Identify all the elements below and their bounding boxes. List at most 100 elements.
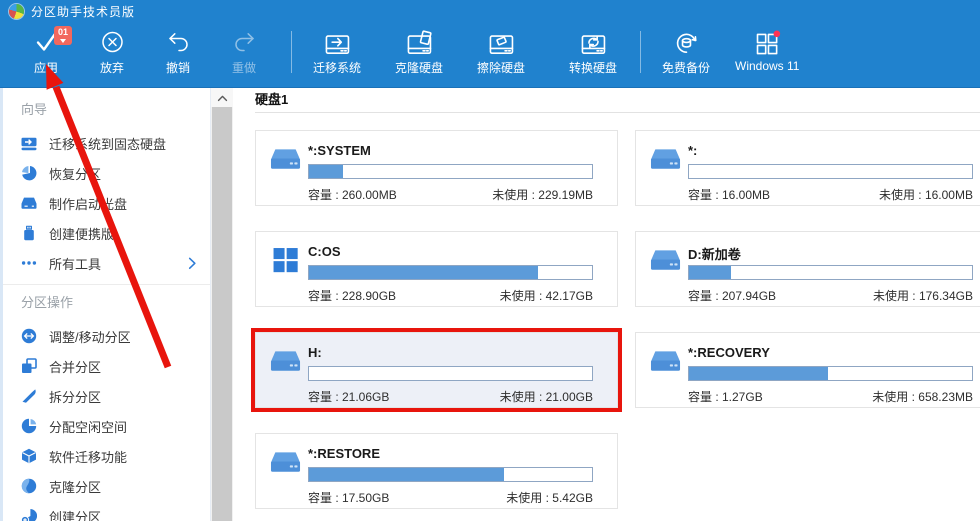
capacity-text: 容量 : 228.90GB: [308, 289, 397, 303]
chevron-up-icon: [217, 95, 227, 101]
disk-migrate-icon: [323, 28, 352, 56]
toolbar-divider: [640, 31, 641, 73]
partition-stats: 容量 : 21.06GB 未使用 : 21.00GB: [308, 388, 593, 405]
sidebar-item-allocate[interactable]: 分配空闲空间: [3, 411, 210, 441]
toolbar-button-wipe-disk[interactable]: 擦除硬盘: [469, 28, 533, 76]
toolbar-button-discard[interactable]: 放弃: [80, 28, 144, 76]
migrate-ssd-icon: [21, 135, 37, 151]
capacity-text: 容量 : 260.00MB: [308, 188, 397, 202]
sidebar-item-label: 拆分分区: [49, 389, 102, 405]
usage-bar: [308, 265, 593, 280]
toolbar-button-clone-disk[interactable]: 克隆硬盘: [387, 28, 451, 76]
usage-bar-fill: [309, 165, 343, 178]
sidebar-item-label: 创建便携版: [49, 226, 115, 242]
partition-card-p1[interactable]: *: 容量 : 16.00MB 未使用 : 16.00MB: [635, 130, 980, 206]
toolbar: 应用 01 放弃 撤销 重做 迁移系统 克隆硬盘 擦除硬盘 转换硬盘 免费备份 Windows 11: [0, 22, 980, 88]
partition-name: *:: [688, 143, 698, 158]
toolbar-button-windows-11[interactable]: Windows 11: [735, 28, 799, 73]
clone-partition-icon: [21, 478, 37, 494]
partition-stats: 容量 : 17.50GB 未使用 : 5.42GB: [308, 489, 593, 506]
toolbar-button-migrate-os[interactable]: 迁移系统: [305, 28, 369, 76]
disk-icon: [650, 247, 681, 273]
sidebar-scrollbar[interactable]: [211, 88, 233, 521]
all-tools-icon: [21, 255, 37, 271]
sidebar-item-migrate-ssd[interactable]: 迁移系统到固态硬盘: [3, 128, 210, 158]
sidebar-item-merge[interactable]: 合并分区: [3, 351, 210, 381]
toolbar-button-label: 应用: [33, 61, 58, 75]
partition-card-restore[interactable]: *:RESTORE 容量 : 17.50GB 未使用 : 5.42GB: [255, 433, 618, 509]
usage-bar: [308, 164, 593, 179]
app-mover-icon: [21, 448, 37, 464]
disk-icon: [270, 348, 301, 374]
toolbar-button-label: 重做: [231, 61, 256, 75]
main-panel: 硬盘1 *:SYSTEM 容量 : 260.00MB 未使用 : 229.19MB *…: [233, 88, 980, 521]
unused-text: 未使用 : 658.23MB: [872, 390, 973, 404]
split-icon: [21, 388, 37, 404]
toolbar-button-label: Windows 11: [735, 59, 800, 73]
partition-name: H:: [308, 345, 322, 360]
disk-icon: [270, 449, 301, 475]
toolbar-button-redo: 重做: [212, 28, 276, 76]
toolbar-button-label: 免费备份: [661, 61, 710, 75]
unused-text: 未使用 : 21.00GB: [499, 390, 593, 404]
capacity-text: 容量 : 21.06GB: [308, 390, 390, 404]
usage-bar: [308, 366, 593, 381]
disk-convert-icon: [579, 28, 608, 56]
partition-card-h[interactable]: H: 容量 : 21.06GB 未使用 : 21.00GB: [251, 328, 622, 412]
partition-card-system[interactable]: *:SYSTEM 容量 : 260.00MB 未使用 : 229.19MB: [255, 130, 618, 206]
sidebar-item-portable[interactable]: 创建便携版: [3, 218, 210, 248]
toolbar-button-undo[interactable]: 撤销: [146, 28, 210, 76]
disk-icon: [650, 146, 681, 172]
unused-text: 未使用 : 229.19MB: [492, 188, 593, 202]
usage-bar: [688, 164, 973, 179]
unused-text: 未使用 : 5.42GB: [506, 491, 593, 505]
sidebar-item-recover-partition[interactable]: 恢复分区: [3, 158, 210, 188]
partition-card-cos[interactable]: C:OS 容量 : 228.90GB 未使用 : 42.17GB: [255, 231, 618, 307]
usage-bar: [688, 265, 973, 280]
sidebar-item-label: 分配空闲空间: [49, 419, 128, 435]
disk-icon: [650, 348, 681, 374]
partition-card-recovery[interactable]: *:RECOVERY 容量 : 1.27GB 未使用 : 658.23MB: [635, 332, 980, 408]
partition-card-d新加卷[interactable]: D:新加卷 容量 : 207.94GB 未使用 : 176.34GB: [635, 231, 980, 307]
undo-icon: [164, 28, 193, 56]
disk-erase-icon: [487, 28, 516, 56]
scrollbar-up-button[interactable]: [211, 88, 233, 107]
capacity-text: 容量 : 207.94GB: [688, 289, 777, 303]
sidebar-item-label: 克隆分区: [49, 479, 102, 495]
sidebar-item-split[interactable]: 拆分分区: [3, 381, 210, 411]
partition-name: C:OS: [308, 244, 341, 259]
recover-partition-icon: [21, 165, 37, 181]
sidebar-item-clone-partition[interactable]: 克隆分区: [3, 471, 210, 501]
bootable-media-icon: [21, 195, 37, 211]
toolbar-button-label: 擦除硬盘: [476, 61, 525, 75]
pending-operations-badge[interactable]: 01: [54, 26, 73, 45]
sidebar-item-create-partition[interactable]: 创建分区: [3, 501, 210, 521]
partition-stats: 容量 : 228.90GB 未使用 : 42.17GB: [308, 287, 593, 304]
disk-title-divider: [255, 112, 980, 113]
chevron-right-icon: [188, 257, 197, 270]
title-bar: 分区助手技术员版: [0, 0, 980, 22]
sidebar-item-resize-move[interactable]: 调整/移动分区: [3, 321, 210, 351]
toolbar-button-apply[interactable]: 应用 01: [14, 26, 78, 76]
toolbar-button-convert-disk[interactable]: 转换硬盘: [561, 28, 625, 76]
unused-text: 未使用 : 16.00MB: [878, 188, 973, 202]
toolbar-button-label: 撤销: [165, 61, 190, 75]
create-partition-icon: [21, 508, 37, 521]
usage-bar: [308, 467, 593, 482]
merge-icon: [21, 358, 37, 374]
unused-text: 未使用 : 42.17GB: [499, 289, 593, 303]
partition-name: *:SYSTEM: [308, 143, 371, 158]
partition-name: *:RESTORE: [308, 446, 380, 461]
sidebar-item-bootable-media[interactable]: 制作启动光盘: [3, 188, 210, 218]
scrollbar-thumb[interactable]: [212, 107, 232, 521]
sidebar-item-label: 软件迁移功能: [49, 449, 128, 465]
sidebar-item-app-mover[interactable]: 软件迁移功能: [3, 441, 210, 471]
app-logo-icon: [9, 3, 24, 19]
toolbar-button-free-backup[interactable]: 免费备份: [654, 28, 718, 76]
usage-bar: [688, 366, 973, 381]
toolbar-divider: [291, 31, 292, 73]
disk-clone-icon: [405, 28, 434, 56]
sidebar-section-title: 向导: [21, 102, 48, 117]
sidebar-item-all-tools[interactable]: 所有工具: [3, 248, 210, 278]
discard-icon: [98, 28, 127, 56]
